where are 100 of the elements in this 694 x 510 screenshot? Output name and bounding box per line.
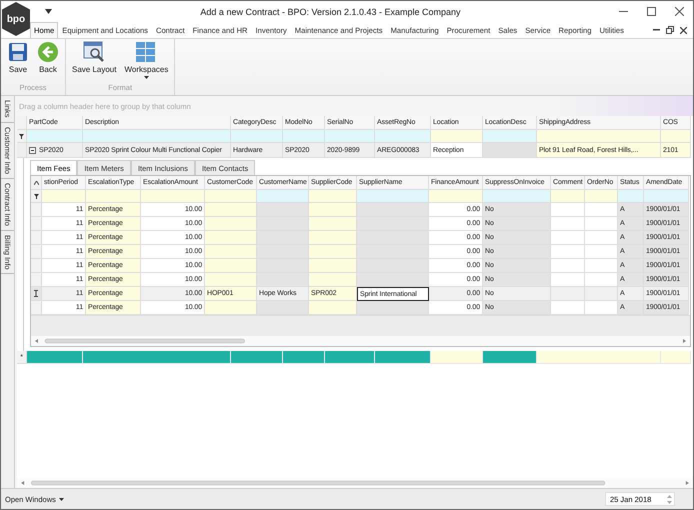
text-cursor-icon [34,290,38,297]
new-row-cell[interactable] [83,351,231,364]
filter-icon [34,194,38,198]
filter-cell[interactable] [231,130,283,143]
ribbon-button[interactable]: Workspaces [122,39,170,83]
table-cell [257,245,309,259]
table-cell [585,287,618,301]
close-icon[interactable] [674,7,684,16]
table-cell [257,217,309,231]
table-cell [205,203,257,217]
filter-cell[interactable] [325,130,375,143]
table-cell [257,301,309,315]
caret-icon [144,76,149,79]
caret-icon [58,498,64,500]
filter-cell[interactable] [483,130,537,143]
filter-cell[interactable] [551,190,585,203]
new-row-cell[interactable] [27,351,83,364]
filter-cell[interactable] [309,190,357,203]
table-cell [585,203,618,217]
table-cell [585,301,618,315]
filter-cell[interactable] [375,130,431,143]
new-row-cell[interactable] [661,351,691,364]
filter-cell[interactable] [42,190,86,203]
new-row-cell[interactable] [375,351,431,364]
table-cell [205,231,257,245]
table-cell [309,203,357,217]
table-cell [309,259,357,273]
layout-magnifier-icon [82,41,106,63]
table-cell [357,231,429,245]
filter-cell[interactable] [644,190,689,203]
table-cell [585,245,618,259]
ribbon-button[interactable]: Back [35,39,61,83]
table-cell [585,259,618,273]
close-icon[interactable] [680,26,687,34]
table-cell [257,231,309,245]
filter-cell[interactable] [483,190,551,203]
app-logo: bpo [2,2,30,36]
filter-cell[interactable] [585,190,618,203]
table-cell [205,301,257,315]
table-cell [551,259,585,273]
table-cell [357,217,429,231]
table-cell [309,231,357,245]
filter-cell[interactable] [141,190,205,203]
maximize-icon[interactable] [646,7,656,16]
ribbon-button[interactable]: Save [5,39,31,83]
new-row-cell[interactable] [483,351,537,364]
new-row-cell[interactable] [325,351,375,364]
filter-cell[interactable] [257,190,309,203]
new-row-cell[interactable] [231,351,283,364]
back-icon [37,41,59,63]
table-cell [357,301,429,315]
table-cell [551,287,585,301]
table-cell [309,217,357,231]
collapse-icon[interactable] [29,146,36,154]
table-cell [309,301,357,315]
table-cell [551,301,585,315]
table-cell [585,231,618,245]
table-cell [357,203,429,217]
table-cell [585,217,618,231]
filter-cell[interactable] [86,190,141,203]
table-cell [551,203,585,217]
table-cell [551,245,585,259]
filter-cell[interactable] [618,190,644,203]
new-row-cell[interactable] [431,351,483,364]
filter-cell[interactable] [429,190,483,203]
minimize-icon[interactable] [653,29,660,31]
table-cell [257,203,309,217]
minimize-icon[interactable] [618,11,628,12]
table-cell [309,273,357,287]
filter-cell[interactable] [537,130,661,143]
new-row-cell[interactable] [283,351,325,364]
table-cell [205,217,257,231]
table-cell [551,217,585,231]
spinner-icon[interactable] [667,494,672,504]
filter-cell[interactable] [661,130,691,143]
filter-cell[interactable] [27,130,83,143]
ribbon-button[interactable]: Save Layout [70,39,118,83]
table-cell [357,259,429,273]
filter-cell[interactable] [431,130,483,143]
table-cell [551,231,585,245]
table-cell [257,259,309,273]
table-cell [205,273,257,287]
window-title: Add a new Contract - BPO: Version 2.1.0.43 - Example Company [199,6,462,16]
filter-cell[interactable] [283,130,325,143]
filter-icon [19,134,24,138]
row-indicator[interactable] [31,287,42,301]
table-cell [205,259,257,273]
table-cell [483,143,537,158]
table-cell [205,245,257,259]
table-cell [257,273,309,287]
table-cell [551,273,585,287]
filter-cell[interactable] [205,190,257,203]
sort-icon [34,180,38,184]
restore-icon[interactable] [666,26,674,34]
new-row-cell[interactable] [537,351,661,364]
filter-cell[interactable] [83,130,231,143]
filter-cell[interactable] [357,190,429,203]
table-cell [357,273,429,287]
table-cell [309,245,357,259]
caret-icon[interactable] [45,9,52,14]
